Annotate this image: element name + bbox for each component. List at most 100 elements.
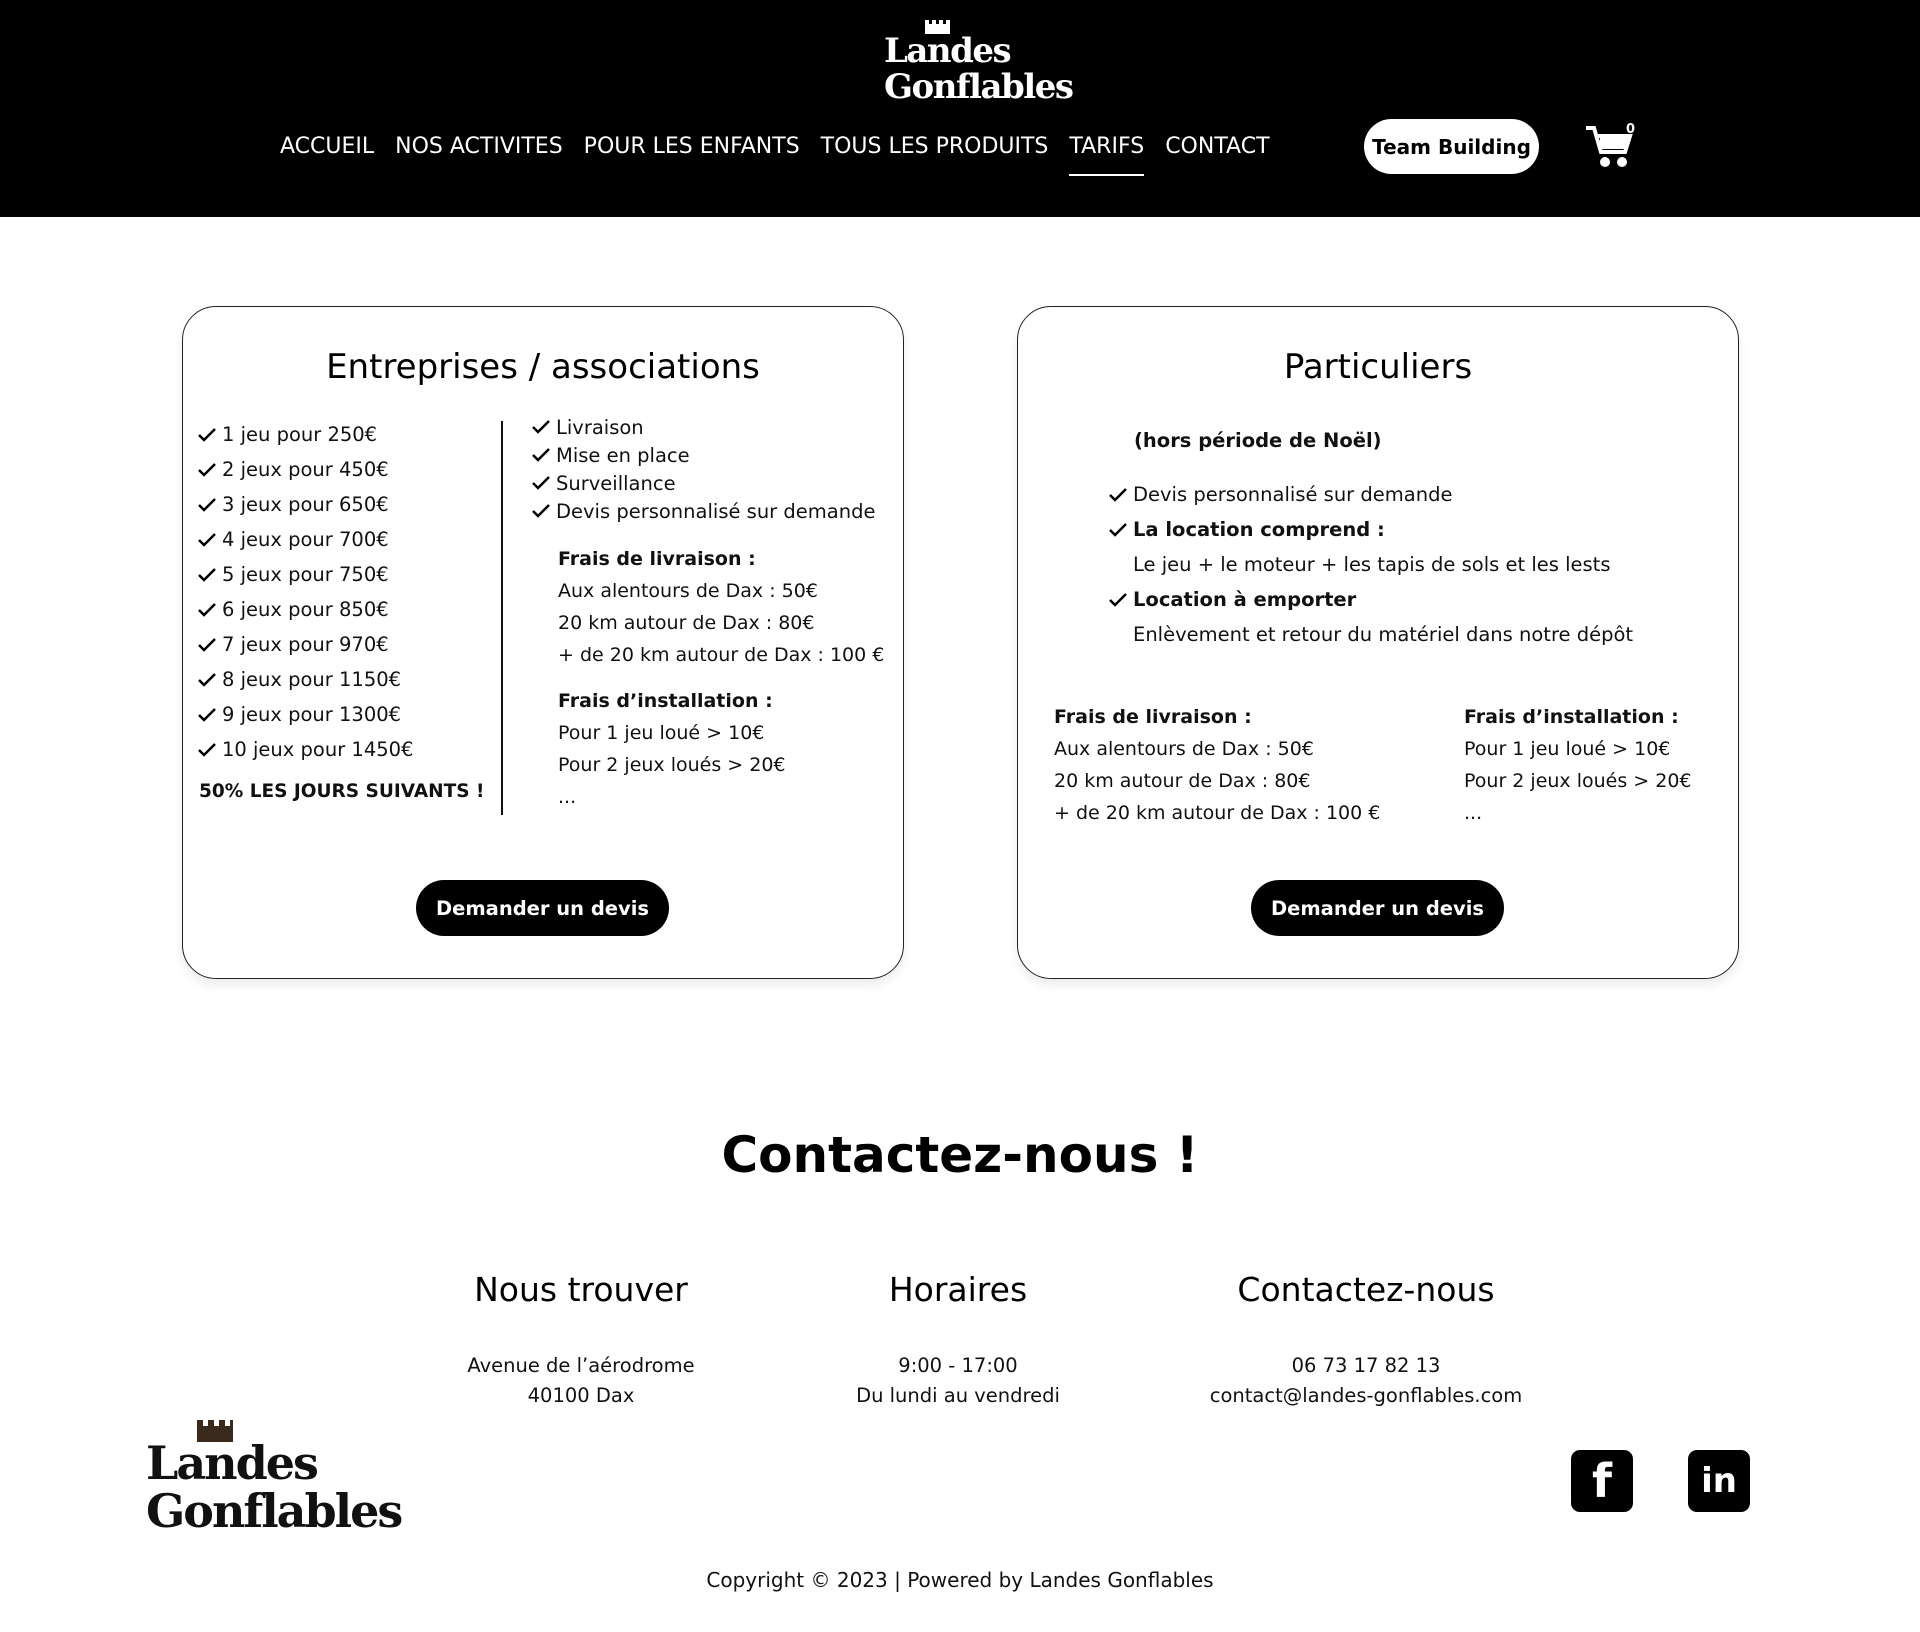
fee-line: ... [558, 786, 577, 808]
logo-line-2: Gonflables [146, 1484, 403, 1538]
item-label: Devis personnalisé sur demande [1133, 483, 1453, 506]
delivery-fees: Frais de livraison : Aux alentours de Da… [1054, 701, 1380, 829]
price-label: 7 jeux pour 970€ [222, 633, 389, 656]
list-item: 9 jeux pour 1300€ [197, 697, 497, 732]
price-label: 8 jeux pour 1150€ [222, 668, 402, 691]
list-item: Location à emporter [1108, 582, 1708, 617]
logo-line-1: Landes [884, 31, 1012, 71]
fee-line: Pour 1 jeu loué > 10€ [1464, 738, 1671, 760]
footer-logo[interactable]: Landes Gonflables [146, 1420, 403, 1545]
logo-line-1: Landes [146, 1436, 319, 1490]
nav-nos-activites[interactable]: NOS ACTIVITES [395, 128, 563, 168]
facebook-icon[interactable]: f [1571, 1450, 1633, 1512]
main-nav: ACCUEIL NOS ACTIVITES POUR LES ENFANTS T… [280, 128, 1291, 176]
check-icon [198, 497, 216, 512]
check-icon [532, 504, 550, 518]
list-item: 4 jeux pour 700€ [197, 522, 497, 557]
price-label: 6 jeux pour 850€ [222, 598, 389, 621]
check-icon [1109, 487, 1127, 502]
list-item: 5 jeux pour 750€ [197, 557, 497, 592]
install-fees: Frais d’installation : Pour 1 jeu loué >… [558, 685, 786, 813]
list-item: 2 jeux pour 450€ [197, 452, 497, 487]
nav-tarifs[interactable]: TARIFS [1069, 128, 1144, 176]
nav-accueil[interactable]: ACCUEIL [280, 128, 374, 168]
fee-line: Pour 1 jeu loué > 10€ [558, 722, 765, 744]
check-icon [198, 532, 216, 547]
price-label: 1 jeu pour 250€ [222, 423, 378, 446]
nav-tous-les-produits[interactable]: TOUS LES PRODUITS [821, 128, 1049, 168]
list-item: 3 jeux pour 650€ [197, 487, 497, 522]
hours-line-1: 9:00 - 17:00 [898, 1354, 1018, 1377]
list-item: Devis personnalisé sur demande [531, 497, 901, 525]
fee-line: 20 km autour de Dax : 80€ [558, 612, 815, 634]
check-icon [1109, 522, 1127, 537]
column-divider [501, 421, 503, 815]
list-item: Devis personnalisé sur demande [1108, 477, 1708, 512]
price-label: 3 jeux pour 650€ [222, 493, 389, 516]
contact-title: Contactez-nous ! [721, 1126, 1199, 1184]
include-label: Mise en place [556, 443, 690, 467]
particuliers-title: Particuliers [1283, 347, 1473, 387]
check-icon [198, 427, 216, 442]
item-label: La location comprend : [1133, 518, 1385, 541]
address-line-2: 40100 Dax [527, 1384, 635, 1407]
cart-count-badge: 0 [1626, 122, 1636, 137]
list-item: Livraison [531, 413, 901, 441]
price-label: 2 jeux pour 450€ [222, 458, 389, 481]
list-item: 7 jeux pour 970€ [197, 627, 497, 662]
hours-column: Horaires 9:00 - 17:00 Du lundi au vendre… [838, 1270, 1078, 1411]
delivery-fees-title: Frais de livraison : [558, 548, 756, 570]
logo-line-2: Gonflables [884, 67, 1074, 107]
list-item: 8 jeux pour 1150€ [197, 662, 497, 697]
include-label: Devis personnalisé sur demande [556, 499, 876, 523]
install-fees-title: Frais d’installation : [558, 690, 773, 712]
delivery-fees-title: Frais de livraison : [1054, 706, 1252, 728]
list-item: 1 jeu pour 250€ [197, 417, 497, 452]
nav-pour-les-enfants[interactable]: POUR LES ENFANTS [584, 128, 800, 168]
check-icon [198, 602, 216, 617]
price-label: 4 jeux pour 700€ [222, 528, 389, 551]
check-icon [1109, 592, 1127, 607]
fee-line: + de 20 km autour de Dax : 100 € [1054, 802, 1381, 824]
check-icon [532, 476, 550, 490]
check-icon [198, 707, 216, 722]
email-link[interactable]: contact@landes-gonflables.com [1185, 1381, 1547, 1411]
check-icon [198, 567, 216, 582]
check-icon [532, 448, 550, 462]
quote-button-entreprises[interactable]: Demander un devis [416, 880, 669, 936]
hours-heading: Horaires [888, 1270, 1028, 1309]
check-icon [198, 672, 216, 687]
fee-line: 20 km autour de Dax : 80€ [1054, 770, 1311, 792]
delivery-fees: Frais de livraison : Aux alentours de Da… [558, 543, 884, 671]
team-building-button[interactable]: Team Building [1364, 119, 1539, 174]
entreprises-card: Entreprises / associations 1 jeu pour 25… [182, 306, 904, 979]
list-item: Surveillance [531, 469, 901, 497]
check-icon [198, 462, 216, 477]
list-item: La location comprend : [1108, 512, 1708, 547]
price-list: 1 jeu pour 250€ 2 jeux pour 450€ 3 jeux … [197, 417, 497, 767]
particuliers-card: Particuliers (hors période de Noël) Devi… [1017, 306, 1739, 979]
includes-list: Livraison Mise en place Surveillance Dev… [531, 413, 901, 525]
price-label: 5 jeux pour 750€ [222, 563, 389, 586]
header-logo[interactable]: Landes Gonflables [884, 20, 1074, 110]
entreprises-title: Entreprises / associations [326, 347, 760, 387]
include-label: Livraison [556, 415, 644, 439]
linkedin-icon[interactable]: in [1688, 1450, 1750, 1512]
period-note: (hors période de Noël) [1134, 429, 1382, 452]
fee-line: Aux alentours de Dax : 50€ [1054, 738, 1314, 760]
fee-line: + de 20 km autour de Dax : 100 € [558, 644, 885, 666]
hours-line-2: Du lundi au vendredi [856, 1384, 1060, 1407]
nav-contact[interactable]: CONTACT [1165, 128, 1269, 168]
fee-line: ... [1464, 802, 1483, 824]
item-detail: Enlèvement et retour du matériel dans no… [1133, 623, 1634, 646]
promo-text: 50% LES JOURS SUIVANTS ! [199, 781, 485, 802]
list-item: 6 jeux pour 850€ [197, 592, 497, 627]
phone-link[interactable]: 06 73 17 82 13 [1185, 1351, 1547, 1381]
include-label: Surveillance [556, 471, 676, 495]
install-fees-title: Frais d’installation : [1464, 706, 1679, 728]
price-label: 10 jeux pour 1450€ [222, 738, 414, 761]
fee-line: Pour 2 jeux loués > 20€ [558, 754, 786, 776]
quote-button-particuliers[interactable]: Demander un devis [1251, 880, 1504, 936]
item-detail: Le jeu + le moteur + les tapis de sols e… [1133, 553, 1611, 576]
address-line-1: Avenue de l’aérodrome [467, 1354, 695, 1377]
